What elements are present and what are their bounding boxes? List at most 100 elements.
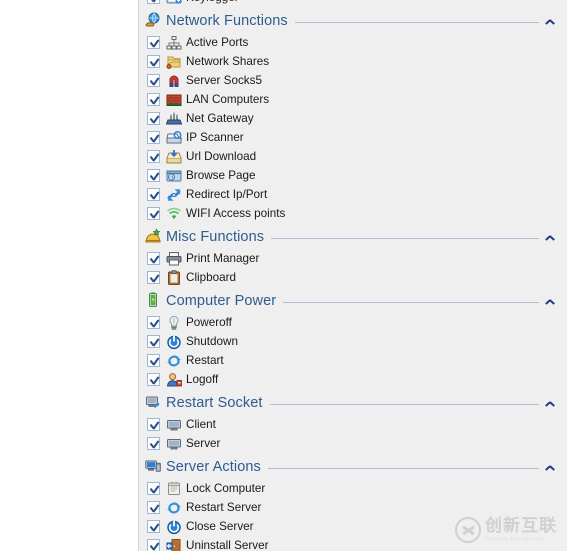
function-item-label: Network Shares bbox=[186, 54, 270, 68]
function-item-label: Restart Server bbox=[186, 500, 262, 514]
function-item-row[interactable]: Lock Computer bbox=[139, 479, 567, 498]
function-item-label: Server Socks5 bbox=[186, 73, 262, 87]
function-item-row[interactable]: Uninstall Server bbox=[139, 536, 567, 551]
checkbox-logoff[interactable] bbox=[147, 373, 160, 386]
checkbox-client[interactable] bbox=[147, 418, 160, 431]
function-item-label: Net Gateway bbox=[186, 111, 254, 125]
keylogger-icon bbox=[166, 0, 183, 6]
globe-network-icon bbox=[145, 12, 163, 30]
lock-screen-icon bbox=[166, 481, 183, 497]
socket-restart-icon bbox=[145, 394, 163, 412]
checkbox-shutdown[interactable] bbox=[147, 335, 160, 348]
section-rule bbox=[269, 403, 539, 405]
user-logoff-icon bbox=[166, 372, 183, 388]
checkbox-clipboard[interactable] bbox=[147, 271, 160, 284]
checkbox-wifi-access-points[interactable] bbox=[147, 207, 160, 220]
chevron-up-icon[interactable] bbox=[545, 14, 559, 28]
checkbox-network-shares[interactable] bbox=[147, 55, 160, 68]
checkbox-server-socks5[interactable] bbox=[147, 74, 160, 87]
chevron-up-icon[interactable] bbox=[545, 460, 559, 474]
function-item-row[interactable]: Url Download bbox=[139, 147, 567, 166]
function-item-row[interactable]: Server Socks5 bbox=[139, 71, 567, 90]
section-rule bbox=[294, 21, 539, 23]
checkbox-net-gateway[interactable] bbox=[147, 112, 160, 125]
function-item-label: Uninstall Server bbox=[186, 538, 269, 551]
section-header-server-actions[interactable]: Server Actions bbox=[139, 456, 567, 478]
checkbox-poweroff[interactable] bbox=[147, 316, 160, 329]
checkbox-keylogger[interactable] bbox=[147, 0, 160, 4]
function-item-label: Lock Computer bbox=[186, 481, 266, 495]
network-tree-icon bbox=[166, 35, 183, 51]
section-header-restart-socket[interactable]: Restart Socket bbox=[139, 392, 567, 414]
checkbox-close-server[interactable] bbox=[147, 520, 160, 533]
function-item-row[interactable]: Keylogger bbox=[139, 0, 567, 7]
function-item-row[interactable]: Close Server bbox=[139, 517, 567, 536]
function-item-row[interactable]: Poweroff bbox=[139, 313, 567, 332]
router-icon bbox=[165, 111, 183, 127]
checkbox-lock-computer[interactable] bbox=[147, 482, 160, 495]
power-symbol-icon bbox=[166, 519, 183, 535]
checkbox-print-manager[interactable] bbox=[147, 252, 160, 265]
chevron-up-icon[interactable] bbox=[545, 396, 559, 410]
checkbox-restart-server[interactable] bbox=[147, 501, 160, 514]
function-item-row[interactable]: Shutdown bbox=[139, 332, 567, 351]
section-header-computer-power[interactable]: Computer Power bbox=[139, 290, 567, 312]
function-item-row[interactable]: Client bbox=[139, 415, 567, 434]
function-item-label: WIFI Access points bbox=[186, 206, 286, 220]
chevron-up-icon[interactable] bbox=[545, 230, 559, 244]
function-item-label: Logoff bbox=[186, 372, 219, 386]
section-header-misc-functions[interactable]: Misc Functions bbox=[139, 226, 567, 248]
wifi-signal-icon bbox=[166, 206, 183, 222]
scanner-icon bbox=[166, 130, 183, 146]
checkbox-server[interactable] bbox=[147, 437, 160, 450]
checkbox-redirect-ip-port[interactable] bbox=[147, 188, 160, 201]
firewall-brick-icon bbox=[166, 92, 183, 108]
section-title: Misc Functions bbox=[166, 229, 265, 245]
section-rule bbox=[283, 301, 539, 303]
function-item-row[interactable]: Restart Server bbox=[139, 498, 567, 517]
function-item-row[interactable]: WIFI Access points bbox=[139, 204, 567, 223]
exit-door-icon bbox=[166, 538, 183, 551]
section-rule bbox=[271, 237, 539, 239]
function-item-row[interactable]: Browse Page bbox=[139, 166, 567, 185]
section-rule bbox=[267, 467, 539, 469]
shared-folder-icon bbox=[166, 54, 183, 70]
function-item-label: Url Download bbox=[186, 149, 257, 163]
function-list-panel[interactable]: Keylogger Network Functions Active Ports Ne… bbox=[139, 0, 567, 551]
function-item-row[interactable]: Network Shares bbox=[139, 52, 567, 71]
function-item-row[interactable]: Clipboard bbox=[139, 268, 567, 287]
checkbox-ip-scanner[interactable] bbox=[147, 131, 160, 144]
power-symbol-icon bbox=[166, 334, 183, 350]
function-item-label: Clipboard bbox=[186, 270, 237, 284]
checkbox-uninstall-server[interactable] bbox=[147, 539, 160, 551]
checkbox-restart[interactable] bbox=[147, 354, 160, 367]
function-item-row[interactable]: Server bbox=[139, 434, 567, 453]
section-header-network-functions[interactable]: Network Functions bbox=[139, 10, 567, 32]
function-item-row[interactable]: Net Gateway bbox=[139, 109, 567, 128]
function-item-row[interactable]: Redirect Ip/Port bbox=[139, 185, 567, 204]
section-title: Restart Socket bbox=[166, 395, 263, 411]
function-item-row[interactable]: LAN Computers bbox=[139, 90, 567, 109]
restart-arrows-icon bbox=[166, 353, 183, 369]
section-title: Network Functions bbox=[166, 13, 288, 29]
checkbox-active-ports[interactable] bbox=[147, 36, 160, 49]
function-item-row[interactable]: IP Scanner bbox=[139, 128, 567, 147]
function-item-row[interactable]: Restart bbox=[139, 351, 567, 370]
lightbulb-icon bbox=[166, 315, 183, 331]
function-item-label: Poweroff bbox=[186, 315, 232, 329]
function-item-row[interactable]: Logoff bbox=[139, 370, 567, 389]
function-item-row[interactable]: Active Ports bbox=[139, 33, 567, 52]
function-item-label: Client bbox=[186, 417, 216, 431]
monitor-small-icon bbox=[166, 417, 183, 433]
function-item-label: Keylogger bbox=[186, 0, 239, 6]
section-title: Computer Power bbox=[166, 293, 277, 309]
checkbox-url-download[interactable] bbox=[147, 150, 160, 163]
checkbox-lan-computers[interactable] bbox=[147, 93, 160, 106]
function-settings-window: Keylogger Network Functions Active Ports Ne… bbox=[0, 0, 567, 551]
checkbox-browse-page[interactable] bbox=[147, 169, 160, 182]
function-item-label: IP Scanner bbox=[186, 130, 244, 144]
chevron-up-icon[interactable] bbox=[545, 294, 559, 308]
function-item-label: Restart bbox=[186, 353, 224, 367]
function-item-row[interactable]: Print Manager bbox=[139, 249, 567, 268]
function-item-label: Close Server bbox=[186, 519, 254, 533]
